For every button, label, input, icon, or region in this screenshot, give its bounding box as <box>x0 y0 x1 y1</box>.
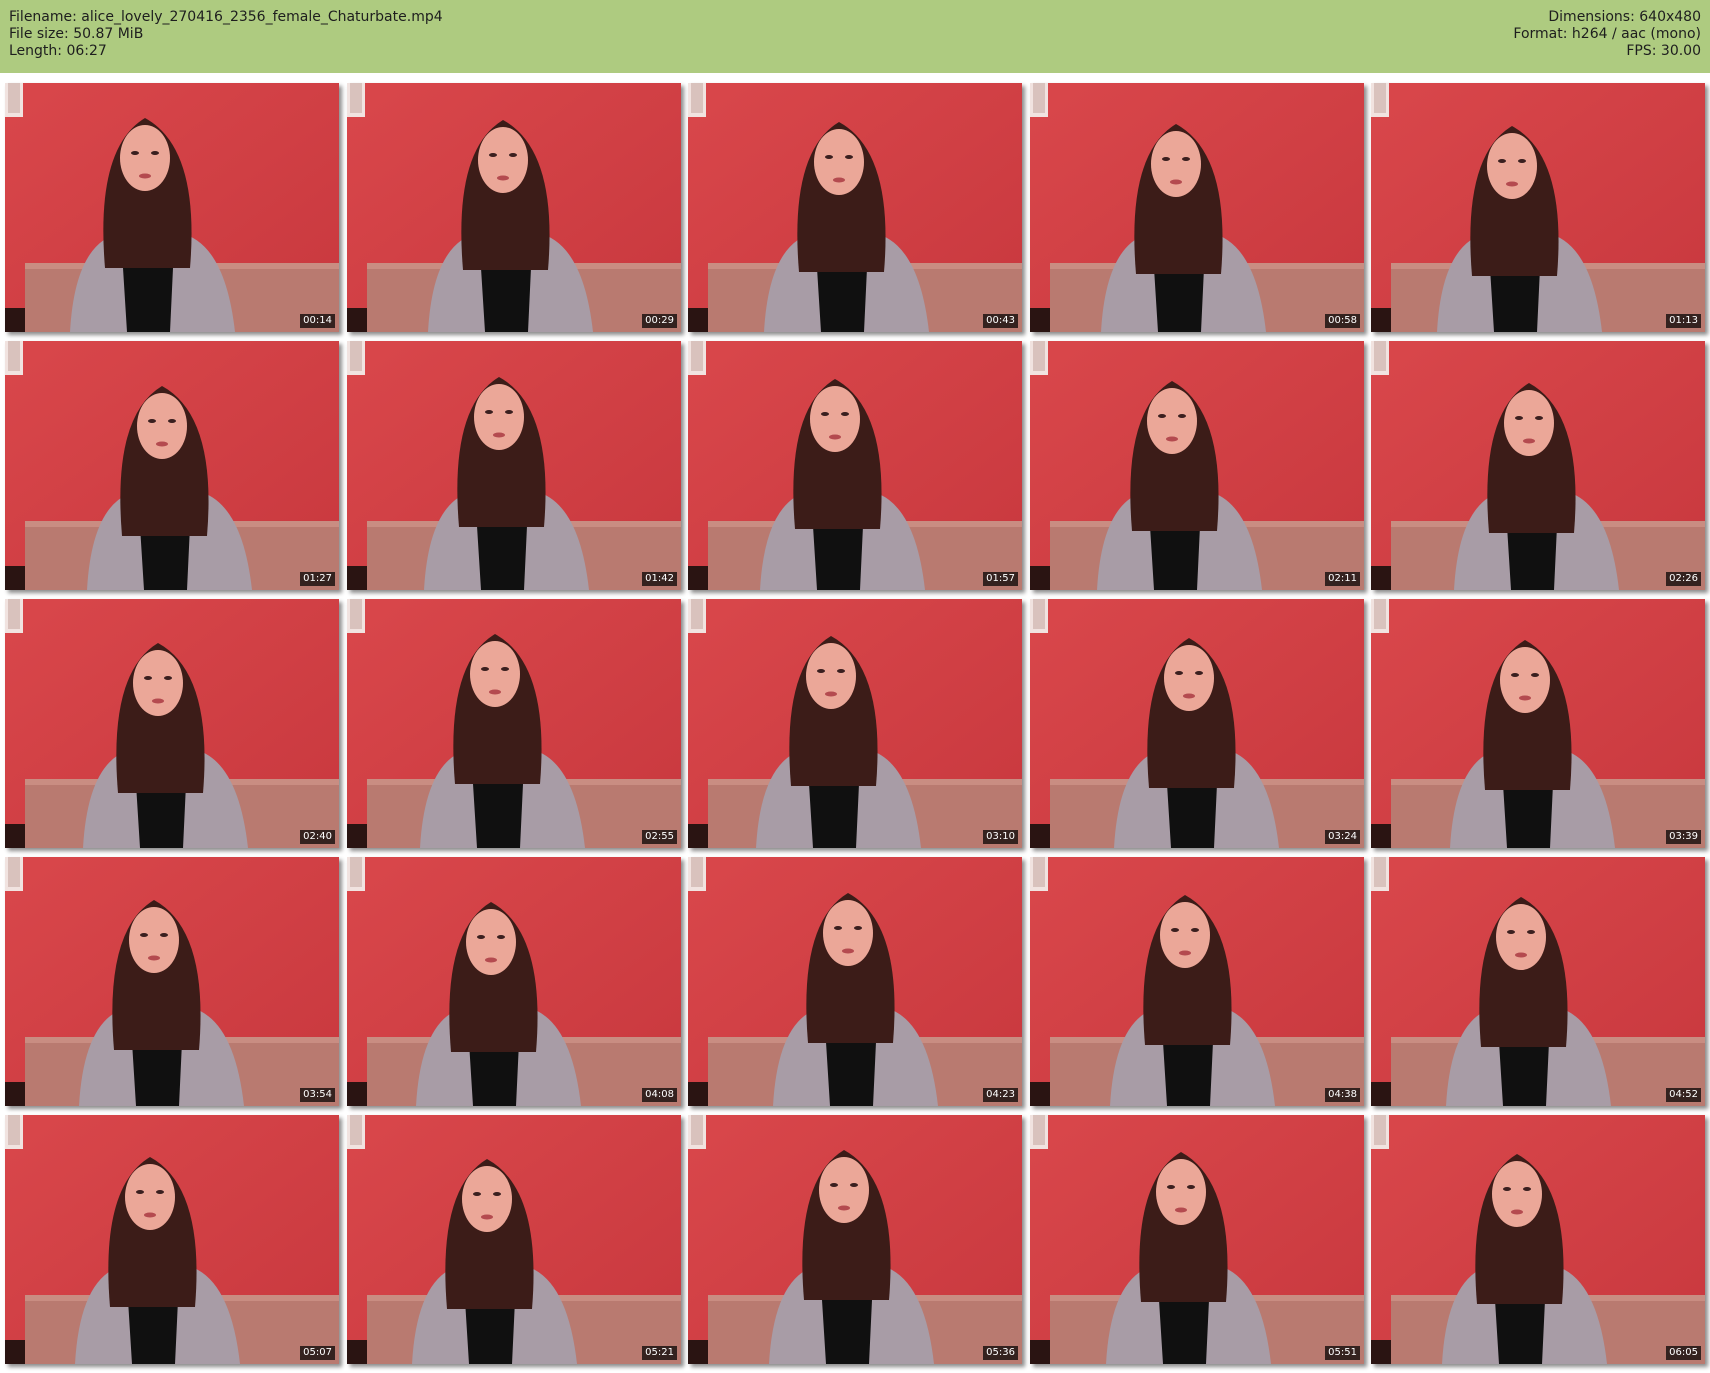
video-thumbnail: 01:57 <box>688 341 1022 590</box>
frame-timestamp: 02:40 <box>300 830 335 844</box>
frame-image <box>5 1115 339 1364</box>
frame-image <box>347 1115 681 1364</box>
frame-timestamp: 03:10 <box>983 830 1018 844</box>
thumbnail-grid: 00:14 00:29 00:43 00:58 01:13 01:27 01:42 01:57… <box>5 83 1705 1368</box>
video-thumbnail: 04:38 <box>1030 857 1364 1106</box>
frame-timestamp: 02:26 <box>1666 572 1701 586</box>
frame-timestamp: 02:55 <box>642 830 677 844</box>
video-thumbnail: 04:23 <box>688 857 1022 1106</box>
video-thumbnail: 01:27 <box>5 341 339 590</box>
frame-timestamp: 05:51 <box>1325 1346 1360 1360</box>
video-thumbnail: 02:40 <box>5 599 339 848</box>
frame-timestamp: 04:23 <box>983 1088 1018 1102</box>
frame-timestamp: 05:21 <box>642 1346 677 1360</box>
frame-timestamp: 05:07 <box>300 1346 335 1360</box>
filename: Filename: alice_lovely_270416_2356_femal… <box>9 9 443 25</box>
file-size: File size: 50.87 MiB <box>9 26 144 42</box>
frame-image <box>1371 341 1705 590</box>
video-thumbnail: 00:58 <box>1030 83 1364 332</box>
video-thumbnail: 05:21 <box>347 1115 681 1364</box>
frame-timestamp: 01:42 <box>642 572 677 586</box>
fps: FPS: 30.00 <box>1626 43 1701 59</box>
frame-timestamp: 05:36 <box>983 1346 1018 1360</box>
frame-image <box>1371 599 1705 848</box>
frame-timestamp: 04:08 <box>642 1088 677 1102</box>
frame-timestamp: 02:11 <box>1325 572 1360 586</box>
video-thumbnail: 00:43 <box>688 83 1022 332</box>
video-thumbnail: 05:51 <box>1030 1115 1364 1364</box>
format: Format: h264 / aac (mono) <box>1513 26 1701 42</box>
video-thumbnail: 01:13 <box>1371 83 1705 332</box>
frame-image <box>1371 1115 1705 1364</box>
frame-image <box>1030 599 1364 848</box>
frame-timestamp: 00:43 <box>983 314 1018 328</box>
video-thumbnail: 05:36 <box>688 1115 1022 1364</box>
frame-image <box>5 599 339 848</box>
frame-timestamp: 00:29 <box>642 314 677 328</box>
frame-timestamp: 04:52 <box>1666 1088 1701 1102</box>
frame-image <box>1030 857 1364 1106</box>
frame-timestamp: 06:05 <box>1666 1346 1701 1360</box>
frame-timestamp: 04:38 <box>1325 1088 1360 1102</box>
video-thumbnail: 00:14 <box>5 83 339 332</box>
frame-image <box>347 857 681 1106</box>
video-length: Length: 06:27 <box>9 43 107 59</box>
video-thumbnail: 04:08 <box>347 857 681 1106</box>
video-thumbnail: 06:05 <box>1371 1115 1705 1364</box>
video-thumbnail: 01:42 <box>347 341 681 590</box>
frame-image <box>5 83 339 332</box>
video-thumbnail: 02:26 <box>1371 341 1705 590</box>
frame-timestamp: 03:24 <box>1325 830 1360 844</box>
frame-timestamp: 03:39 <box>1666 830 1701 844</box>
video-thumbnail: 03:24 <box>1030 599 1364 848</box>
video-info: Dimensions: 640x480 Format: h264 / aac (… <box>1513 9 1701 60</box>
frame-image <box>1371 83 1705 332</box>
frame-image <box>1030 341 1364 590</box>
frame-timestamp: 01:57 <box>983 572 1018 586</box>
file-info: Filename: alice_lovely_270416_2356_femal… <box>9 9 443 60</box>
frame-image <box>5 341 339 590</box>
frame-image <box>1030 83 1364 332</box>
frame-image <box>347 599 681 848</box>
frame-image <box>688 857 1022 1106</box>
video-thumbnail: 04:52 <box>1371 857 1705 1106</box>
frame-image <box>688 1115 1022 1364</box>
frame-timestamp: 01:13 <box>1666 314 1701 328</box>
frame-timestamp: 00:14 <box>300 314 335 328</box>
video-thumbnail: 02:11 <box>1030 341 1364 590</box>
frame-image <box>347 83 681 332</box>
frame-image <box>688 83 1022 332</box>
frame-image <box>5 857 339 1106</box>
info-header: Filename: alice_lovely_270416_2356_femal… <box>0 0 1710 73</box>
video-thumbnail: 00:29 <box>347 83 681 332</box>
frame-image <box>1371 857 1705 1106</box>
frame-timestamp: 00:58 <box>1325 314 1360 328</box>
video-thumbnail: 03:10 <box>688 599 1022 848</box>
frame-timestamp: 03:54 <box>300 1088 335 1102</box>
frame-image <box>688 341 1022 590</box>
video-thumbnail: 03:54 <box>5 857 339 1106</box>
frame-timestamp: 01:27 <box>300 572 335 586</box>
video-thumbnail: 02:55 <box>347 599 681 848</box>
dimensions: Dimensions: 640x480 <box>1548 9 1701 25</box>
frame-image <box>1030 1115 1364 1364</box>
frame-image <box>347 341 681 590</box>
frame-image <box>688 599 1022 848</box>
video-thumbnail: 03:39 <box>1371 599 1705 848</box>
video-thumbnail: 05:07 <box>5 1115 339 1364</box>
